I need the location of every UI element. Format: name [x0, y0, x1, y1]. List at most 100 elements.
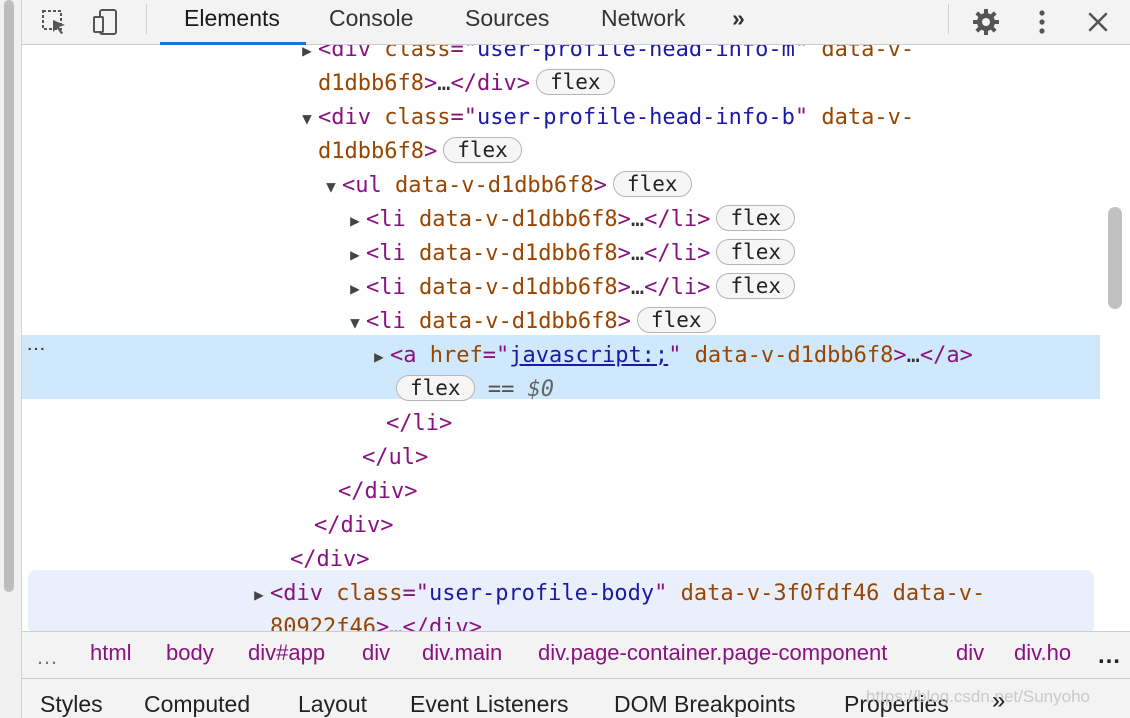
selected-node-gutter-ellipsis[interactable]: … — [26, 333, 47, 356]
tab-sources[interactable]: Sources — [465, 0, 549, 45]
tab-computed[interactable]: Computed — [144, 691, 250, 718]
dom-tree-line[interactable]: 80922f46>…</div> — [270, 611, 482, 631]
attribute-name: data-v-d1dbb6f8 — [418, 275, 618, 300]
dom-tree-scrollbar[interactable] — [1100, 45, 1130, 631]
dom-tree-line[interactable]: ▶ <div class="user-profile-body" data-v-3… — [248, 577, 985, 611]
gear-icon[interactable] — [970, 6, 1002, 38]
tab-styles[interactable]: Styles — [40, 691, 103, 718]
flex-badge[interactable]: flex — [716, 239, 795, 265]
kebab-menu-icon[interactable] — [1026, 6, 1058, 38]
breadcrumb: … html body div#app div div.main div.pag… — [22, 631, 1130, 679]
tag-token: > — [617, 275, 631, 300]
dom-tree-line[interactable]: ▼ <ul data-v-d1dbb6f8> flex — [320, 169, 692, 203]
tab-elements[interactable]: Elements — [184, 0, 280, 45]
tag-token: =" — [450, 105, 477, 130]
close-icon[interactable] — [1082, 6, 1114, 38]
tab-dom-breakpoints[interactable]: DOM Breakpoints — [614, 691, 796, 718]
dom-tree-line[interactable]: </div> — [290, 543, 369, 577]
tab-layout[interactable]: Layout — [298, 691, 367, 718]
dom-tree-panel[interactable]: … ▶ <div class="user-profile-head-info-m"… — [22, 45, 1100, 631]
inspect-element-icon[interactable] — [38, 6, 70, 38]
tag-token: </div> — [450, 71, 530, 96]
dom-tree-line[interactable]: ▶ <li data-v-d1dbb6f8>…</li> flex — [344, 237, 795, 271]
expand-triangle-down-icon[interactable]: ▼ — [320, 170, 342, 204]
tag-token: <li — [366, 309, 419, 334]
breadcrumb-item[interactable]: div.ho — [1014, 640, 1071, 666]
flex-badge[interactable]: flex — [716, 205, 795, 231]
dom-tree-line[interactable]: ▶ <li data-v-d1dbb6f8>…</li> flex — [344, 203, 795, 237]
attribute-name: href — [429, 343, 483, 368]
toolbar-separator — [948, 4, 949, 34]
breadcrumb-item[interactable]: html — [90, 640, 132, 666]
tag-token — [879, 581, 892, 606]
collapsed-ellipsis[interactable]: … — [631, 241, 644, 266]
expand-triangle-right-icon[interactable]: ▶ — [344, 238, 366, 272]
breadcrumb-item[interactable]: div — [956, 640, 984, 666]
flex-badge[interactable]: flex — [443, 137, 522, 163]
device-toolbar-icon[interactable] — [90, 6, 122, 38]
flex-badge[interactable]: flex — [612, 171, 692, 197]
expand-triangle-right-icon[interactable]: ▶ — [368, 340, 390, 374]
breadcrumb-item[interactable]: div — [362, 640, 390, 666]
flex-badge[interactable]: flex — [716, 273, 795, 299]
left-scrollbar[interactable] — [0, 0, 22, 718]
expand-triangle-down-icon[interactable]: ▼ — [296, 102, 318, 136]
tab-event-listeners[interactable]: Event Listeners — [410, 691, 569, 718]
dom-tree-line[interactable]: </li> — [386, 407, 452, 441]
tag-token: > — [617, 241, 631, 266]
expand-triangle-down-icon[interactable]: ▼ — [344, 306, 366, 340]
breadcrumb-trailing-ellipsis[interactable]: … — [1088, 642, 1130, 670]
dom-tree-line[interactable]: ▶ <li data-v-d1dbb6f8>…</li> flex — [344, 271, 795, 305]
collapsed-ellipsis[interactable]: … — [631, 275, 644, 300]
tab-network[interactable]: Network — [601, 0, 685, 45]
more-tabs-chevron-icon[interactable]: » — [732, 0, 745, 45]
tag-token: <li — [366, 241, 419, 266]
tag-token: </a> — [919, 343, 973, 368]
tag-token: </div> — [402, 615, 482, 631]
attribute-name: 80922f46 — [270, 615, 376, 631]
tag-token: <div — [318, 105, 385, 130]
dom-tree-line[interactable]: ▼ <div class="user-profile-head-info-b" d… — [296, 101, 914, 135]
expand-triangle-right-icon[interactable]: ▶ — [344, 272, 366, 306]
dom-tree-line[interactable]: ▼ <li data-v-d1dbb6f8> flex — [344, 305, 716, 339]
tag-token: </li> — [644, 275, 711, 300]
breadcrumb-item[interactable]: div#app — [248, 640, 325, 666]
href-link[interactable]: javascript:; — [509, 343, 668, 368]
more-tabs-chevron-icon[interactable]: » — [992, 687, 1005, 715]
tag-token: <ul — [342, 173, 395, 198]
collapsed-ellipsis[interactable]: … — [631, 207, 644, 232]
dom-tree-scrollbar-thumb[interactable] — [1108, 207, 1122, 309]
dom-tree-line[interactable]: </div> — [314, 509, 393, 543]
dom-tree-line[interactable]: </div> — [338, 475, 417, 509]
console-ref: $0 — [527, 377, 555, 402]
tag-token: > — [617, 207, 631, 232]
devtools-toolbar: Elements Console Sources Network » — [22, 0, 1130, 45]
left-scrollbar-thumb[interactable] — [4, 0, 14, 592]
collapsed-ellipsis[interactable]: … — [907, 343, 920, 368]
collapsed-ellipsis[interactable]: … — [437, 71, 450, 96]
attribute-name: data-v-3f0fdf46 — [680, 581, 880, 606]
expand-triangle-right-icon[interactable]: ▶ — [248, 578, 270, 612]
tag-token: </div> — [338, 479, 418, 504]
tab-console[interactable]: Console — [329, 0, 413, 45]
dom-tree-line[interactable]: flex == $0 — [390, 373, 554, 407]
flex-badge[interactable]: flex — [535, 69, 615, 95]
breadcrumb-leading-ellipsis[interactable]: … — [36, 644, 58, 670]
expand-triangle-right-icon[interactable]: ▶ — [344, 204, 366, 238]
collapsed-ellipsis[interactable]: … — [389, 615, 402, 631]
tag-token: > — [375, 615, 390, 631]
dom-tree-line[interactable]: d1dbb6f8>…</div> flex — [318, 67, 615, 101]
tag-token: " — [794, 45, 822, 62]
dom-tree-line[interactable]: ▶ <div class="user-profile-head-info-m" d… — [296, 45, 914, 67]
breadcrumb-item[interactable]: body — [166, 640, 214, 666]
flex-badge[interactable]: flex — [636, 307, 716, 333]
breadcrumb-item[interactable]: div.page-container.page-component — [538, 640, 887, 666]
expand-triangle-right-icon[interactable]: ▶ — [296, 45, 318, 68]
breadcrumb-item[interactable]: div.main — [422, 640, 502, 666]
attribute-name: d1dbb6f8 — [318, 71, 424, 96]
flex-badge[interactable]: flex — [396, 375, 475, 401]
dom-tree-line[interactable]: </ul> — [362, 441, 428, 475]
dom-tree-line[interactable]: ▶ <a href="javascript:;" data-v-d1dbb6f8>… — [368, 339, 973, 373]
dom-tree-line[interactable]: d1dbb6f8> flex — [318, 135, 522, 169]
attribute-name: d1dbb6f8 — [318, 139, 424, 164]
